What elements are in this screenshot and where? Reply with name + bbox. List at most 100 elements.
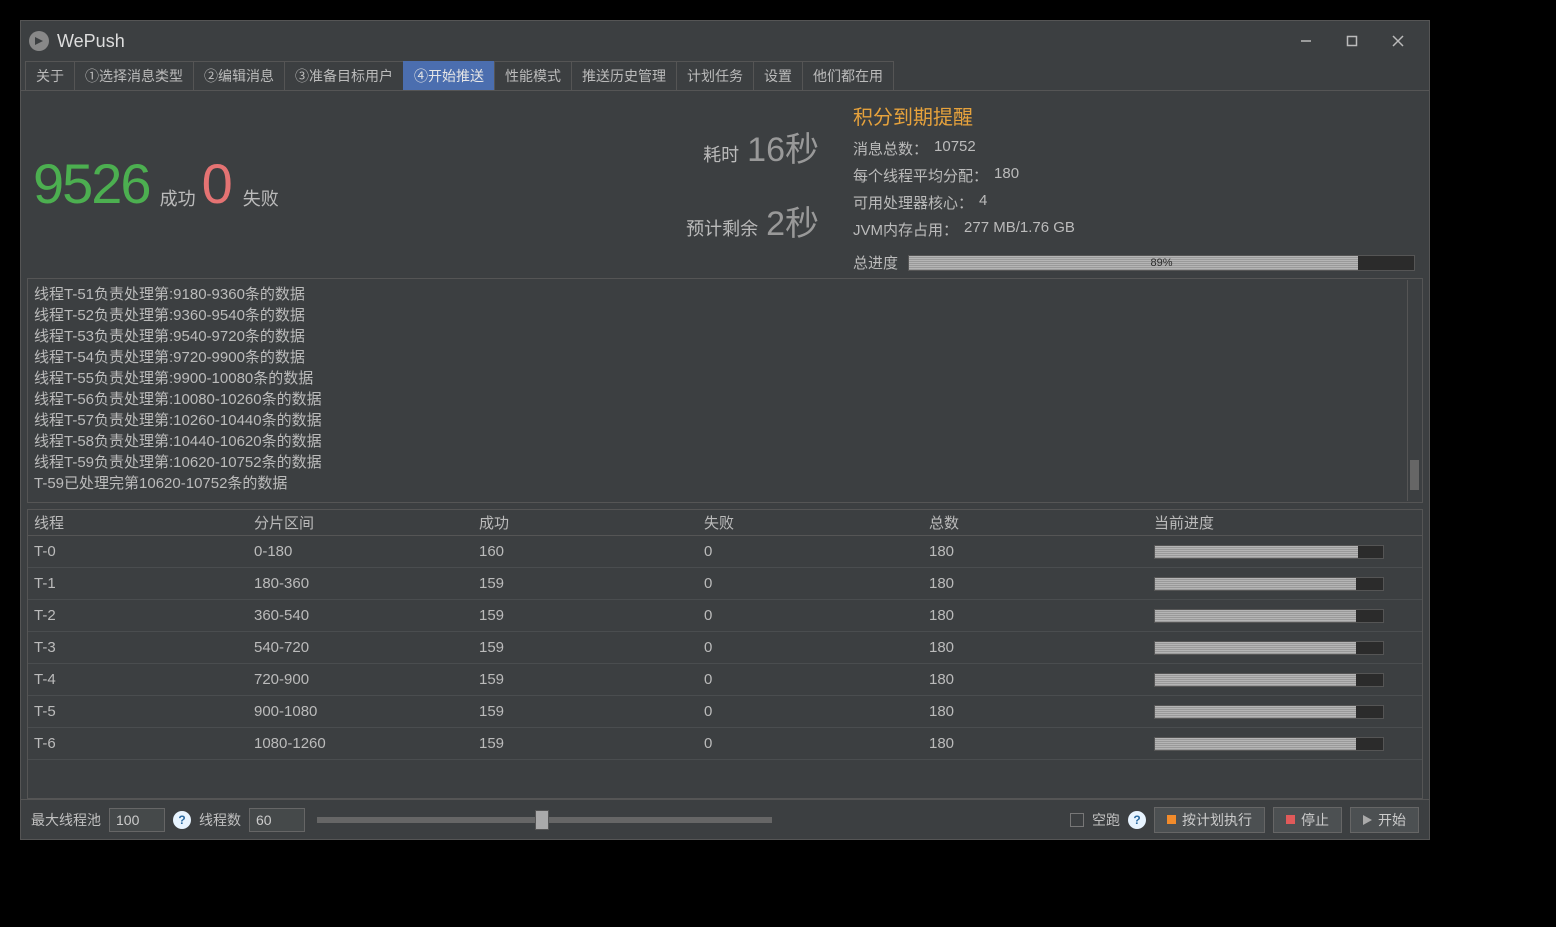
scrollbar-thumb[interactable] [1410, 460, 1419, 490]
col-header[interactable]: 当前进度 [1148, 512, 1422, 533]
thread-slider[interactable] [317, 817, 772, 823]
table-cell: T-3 [28, 639, 248, 656]
stop-icon [1286, 815, 1295, 824]
log-line: 线程T-52负责处理第:9360-9540条的数据 [34, 304, 1416, 325]
stop-button-label: 停止 [1301, 810, 1329, 830]
titlebar: WePush [21, 21, 1429, 61]
thread-table: 线程分片区间成功失败总数当前进度 T-00-1801600180T-1180-3… [27, 509, 1423, 799]
log-line: 线程T-54负责处理第:9720-9900条的数据 [34, 346, 1416, 367]
table-cell: 159 [473, 639, 698, 656]
remaining-label: 预计剩余 [686, 215, 758, 241]
tab-8[interactable]: 设置 [753, 61, 803, 90]
maximize-button[interactable] [1329, 25, 1375, 57]
tab-5[interactable]: 性能模式 [494, 61, 572, 90]
tab-9[interactable]: 他们都在用 [802, 61, 894, 90]
tab-0[interactable]: 关于 [25, 61, 75, 90]
tab-4[interactable]: ④开始推送 [403, 61, 495, 90]
help-icon[interactable]: ? [173, 811, 191, 829]
table-row[interactable]: T-1180-3601590180 [28, 568, 1422, 600]
row-progress-cell [1148, 641, 1422, 655]
table-cell: 159 [473, 607, 698, 624]
close-button[interactable] [1375, 25, 1421, 57]
total-msgs-label: 消息总数 [853, 138, 928, 159]
row-progress-bar [1154, 737, 1384, 751]
cpu-cores-value: 4 [979, 192, 987, 213]
row-progress-cell [1148, 705, 1422, 719]
overall-progress-text: 89% [1150, 257, 1172, 269]
log-line: 线程T-51负责处理第:9180-9360条的数据 [34, 283, 1416, 304]
col-header[interactable]: 总数 [923, 512, 1148, 533]
table-cell: 159 [473, 703, 698, 720]
slider-handle[interactable] [535, 810, 549, 830]
log-line: 线程T-53负责处理第:9540-9720条的数据 [34, 325, 1416, 346]
cpu-cores-label: 可用处理器核心 [853, 192, 973, 213]
table-cell: T-1 [28, 575, 248, 592]
table-row[interactable]: T-4720-9001590180 [28, 664, 1422, 696]
log-line: T-59已处理完第10620-10752条的数据 [34, 472, 1416, 493]
table-cell: 180 [923, 607, 1148, 624]
tab-6[interactable]: 推送历史管理 [571, 61, 677, 90]
jvm-label: JVM内存占用 [853, 219, 958, 240]
elapsed-value: 16秒 [747, 122, 819, 171]
table-row[interactable]: T-00-1801600180 [28, 536, 1422, 568]
footer-bar: 最大线程池 ? 线程数 空跑 ? 按计划执行 停止 开始 [21, 799, 1429, 839]
table-row[interactable]: T-5900-10801590180 [28, 696, 1422, 728]
col-header[interactable]: 分片区间 [248, 512, 473, 533]
stop-button[interactable]: 停止 [1273, 807, 1342, 833]
table-cell: 0 [698, 575, 923, 592]
overall-progress-bar: 89% [908, 255, 1415, 271]
dryrun-checkbox[interactable] [1070, 813, 1084, 827]
total-msgs-value: 10752 [934, 138, 976, 159]
app-window: WePush 关于①选择消息类型②编辑消息③准备目标用户④开始推送性能模式推送历… [20, 20, 1430, 840]
row-progress-cell [1148, 545, 1422, 559]
table-row[interactable]: T-2360-5401590180 [28, 600, 1422, 632]
help-icon[interactable]: ? [1128, 811, 1146, 829]
table-cell: 0 [698, 671, 923, 688]
info-title: 积分到期提醒 [853, 101, 1415, 130]
max-pool-input[interactable] [109, 808, 165, 832]
col-header[interactable]: 失败 [698, 512, 923, 533]
thread-count-label: 线程数 [199, 810, 241, 830]
tab-7[interactable]: 计划任务 [676, 61, 754, 90]
schedule-button[interactable]: 按计划执行 [1154, 807, 1265, 833]
minimize-button[interactable] [1283, 25, 1329, 57]
timing-panel: 耗时 16秒 预计剩余 2秒 [356, 91, 839, 276]
table-cell: 540-720 [248, 639, 473, 656]
table-cell: T-5 [28, 703, 248, 720]
log-output[interactable]: 线程T-51负责处理第:9180-9360条的数据线程T-52负责处理第:936… [27, 278, 1423, 503]
fail-label: 失败 [243, 185, 279, 211]
col-header[interactable]: 成功 [473, 512, 698, 533]
avg-thread-value: 180 [994, 165, 1019, 186]
tab-2[interactable]: ②编辑消息 [193, 61, 285, 90]
table-cell: 1080-1260 [248, 735, 473, 752]
log-line: 线程T-59负责处理第:10620-10752条的数据 [34, 451, 1416, 472]
log-line: 线程T-57负责处理第:10260-10440条的数据 [34, 409, 1416, 430]
table-cell: 159 [473, 575, 698, 592]
table-cell: 159 [473, 671, 698, 688]
app-title: WePush [57, 31, 125, 52]
table-row[interactable]: T-61080-12601590180 [28, 728, 1422, 760]
overall-progress-label: 总进度 [853, 252, 898, 273]
table-cell: T-6 [28, 735, 248, 752]
table-cell: 360-540 [248, 607, 473, 624]
log-line: 线程T-58负责处理第:10440-10620条的数据 [34, 430, 1416, 451]
table-cell: 180 [923, 735, 1148, 752]
row-progress-bar [1154, 641, 1384, 655]
row-progress-bar [1154, 705, 1384, 719]
row-progress-bar [1154, 545, 1384, 559]
table-cell: 900-1080 [248, 703, 473, 720]
table-cell: 180 [923, 639, 1148, 656]
log-scrollbar[interactable] [1407, 280, 1421, 501]
success-label: 成功 [160, 185, 196, 211]
avg-thread-label: 每个线程平均分配 [853, 165, 988, 186]
row-progress-bar [1154, 609, 1384, 623]
log-line: 线程T-55负责处理第:9900-10080条的数据 [34, 367, 1416, 388]
table-row[interactable]: T-3540-7201590180 [28, 632, 1422, 664]
thread-count-input[interactable] [249, 808, 305, 832]
table-cell: 0-180 [248, 543, 473, 560]
col-header[interactable]: 线程 [28, 512, 248, 533]
start-button[interactable]: 开始 [1350, 807, 1419, 833]
dryrun-label: 空跑 [1092, 810, 1120, 830]
tab-1[interactable]: ①选择消息类型 [74, 61, 194, 90]
tab-3[interactable]: ③准备目标用户 [284, 61, 404, 90]
